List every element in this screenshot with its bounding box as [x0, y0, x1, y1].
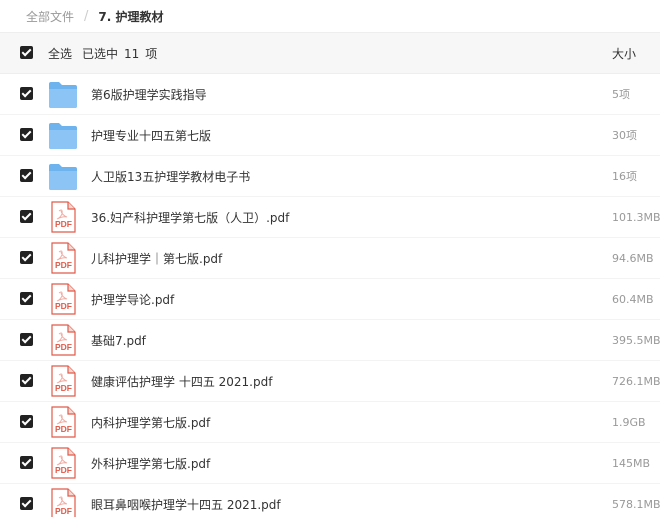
- file-checkbox[interactable]: [20, 210, 33, 223]
- pdf-icon: PDF: [48, 201, 78, 233]
- file-row[interactable]: 护理专业十四五第七版 30项: [0, 115, 660, 156]
- file-name[interactable]: 儿科护理学｜第七版.pdf: [91, 250, 222, 267]
- file-name[interactable]: 基础7.pdf: [91, 332, 146, 349]
- file-checkbox[interactable]: [20, 251, 33, 264]
- pdf-icon: PDF: [48, 242, 78, 274]
- file-name[interactable]: 内科护理学第七版.pdf: [91, 414, 210, 431]
- folder-icon: [48, 160, 78, 192]
- file-checkbox[interactable]: [20, 456, 33, 469]
- selected-info: 已选中 11 项: [82, 45, 157, 62]
- pdf-icon: PDF: [48, 283, 78, 315]
- file-row[interactable]: 人卫版13五护理学教材电子书 16项: [0, 156, 660, 197]
- file-name[interactable]: 人卫版13五护理学教材电子书: [91, 168, 250, 185]
- file-size: 578.1MB: [612, 497, 660, 511]
- file-checkbox[interactable]: [20, 374, 33, 387]
- file-checkbox[interactable]: [20, 497, 33, 510]
- file-size: 94.6MB: [612, 251, 654, 265]
- file-size: 60.4MB: [612, 292, 654, 306]
- pdf-label: PDF: [55, 424, 72, 434]
- file-size: 726.1MB: [612, 374, 660, 388]
- file-size: 145MB: [612, 456, 651, 470]
- file-row[interactable]: PDF 36.妇产科护理学第七版（人卫）.pdf 101.3MB: [0, 197, 660, 238]
- selected-suffix: 项: [145, 46, 158, 61]
- file-checkbox[interactable]: [20, 87, 33, 100]
- pdf-label: PDF: [55, 506, 72, 516]
- file-row[interactable]: PDF 基础7.pdf 395.5MB: [0, 320, 660, 361]
- pdf-label: PDF: [55, 260, 72, 270]
- pdf-label: PDF: [55, 219, 72, 229]
- select-all-label[interactable]: 全选: [48, 45, 72, 62]
- selected-count: 11: [124, 46, 140, 61]
- file-size: 30项: [612, 129, 637, 142]
- file-row[interactable]: PDF 外科护理学第七版.pdf 145MB: [0, 443, 660, 484]
- pdf-icon: PDF: [48, 488, 78, 517]
- pdf-label: PDF: [55, 301, 72, 311]
- folder-icon: [48, 78, 78, 110]
- file-row[interactable]: 第6版护理学实践指导 5项: [0, 74, 660, 115]
- file-row[interactable]: PDF 护理学导论.pdf 60.4MB: [0, 279, 660, 320]
- file-name[interactable]: 外科护理学第七版.pdf: [91, 455, 210, 472]
- file-name[interactable]: 眼耳鼻咽喉护理学十四五 2021.pdf: [91, 496, 281, 513]
- select-all-checkbox[interactable]: [20, 46, 33, 59]
- file-checkbox[interactable]: [20, 128, 33, 141]
- file-size: 1.9GB: [612, 415, 646, 429]
- file-list: 全选 已选中 11 项 大小 第6版护理学实践指导 5项 护理专业十四五第七版 30项 …: [0, 32, 660, 517]
- breadcrumb-current: 7. 护理教材: [98, 9, 164, 24]
- file-name[interactable]: 健康评估护理学 十四五 2021.pdf: [91, 373, 272, 390]
- pdf-label: PDF: [55, 465, 72, 475]
- size-column-header[interactable]: 大小: [612, 45, 636, 62]
- file-size: 101.3MB: [612, 210, 660, 224]
- file-row[interactable]: PDF 儿科护理学｜第七版.pdf 94.6MB: [0, 238, 660, 279]
- selected-prefix: 已选中: [82, 46, 119, 61]
- breadcrumb: 全部文件 / 7. 护理教材: [0, 0, 660, 32]
- file-name[interactable]: 36.妇产科护理学第七版（人卫）.pdf: [91, 209, 289, 226]
- file-name[interactable]: 第6版护理学实践指导: [91, 86, 207, 103]
- list-header: 全选 已选中 11 项 大小: [0, 33, 660, 74]
- folder-icon: [48, 119, 78, 151]
- file-size: 395.5MB: [612, 333, 660, 347]
- file-size: 5项: [612, 88, 630, 101]
- file-row[interactable]: PDF 内科护理学第七版.pdf 1.9GB: [0, 402, 660, 443]
- file-checkbox[interactable]: [20, 292, 33, 305]
- pdf-label: PDF: [55, 342, 72, 352]
- file-rows: 第6版护理学实践指导 5项 护理专业十四五第七版 30项 人卫版13五护理学教材电子…: [0, 74, 660, 517]
- file-row[interactable]: PDF 眼耳鼻咽喉护理学十四五 2021.pdf 578.1MB: [0, 484, 660, 517]
- breadcrumb-root-link[interactable]: 全部文件: [26, 8, 74, 25]
- pdf-icon: PDF: [48, 406, 78, 438]
- pdf-icon: PDF: [48, 365, 78, 397]
- file-row[interactable]: PDF 健康评估护理学 十四五 2021.pdf 726.1MB: [0, 361, 660, 402]
- file-checkbox[interactable]: [20, 169, 33, 182]
- file-name[interactable]: 护理学导论.pdf: [91, 291, 174, 308]
- file-checkbox[interactable]: [20, 415, 33, 428]
- breadcrumb-separator: /: [84, 8, 89, 24]
- pdf-icon: PDF: [48, 324, 78, 356]
- file-name[interactable]: 护理专业十四五第七版: [91, 127, 211, 144]
- file-checkbox[interactable]: [20, 333, 33, 346]
- pdf-icon: PDF: [48, 447, 78, 479]
- pdf-label: PDF: [55, 383, 72, 393]
- file-size: 16项: [612, 170, 637, 183]
